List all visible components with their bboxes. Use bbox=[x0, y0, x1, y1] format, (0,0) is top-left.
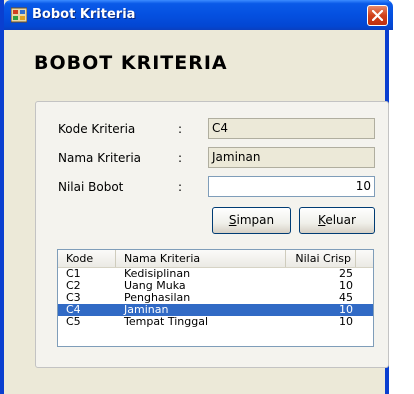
kode-kriteria-field[interactable]: C4 bbox=[208, 118, 375, 139]
list-row[interactable]: C3 Penghasilan 45 bbox=[58, 292, 373, 304]
title-bar[interactable]: Bobot Kriteria bbox=[4, 0, 393, 30]
nama-kriteria-label: Nama Kriteria bbox=[58, 151, 142, 165]
form-group-box: Kode Kriteria : C4 Nama Kriteria : Jamin… bbox=[35, 101, 389, 368]
page-heading: BOBOT KRITERIA bbox=[34, 52, 228, 74]
app-icon bbox=[11, 7, 27, 23]
close-icon bbox=[372, 10, 383, 21]
kode-kriteria-label: Kode Kriteria bbox=[58, 122, 136, 136]
list-row[interactable]: C1 Kedisiplinan 25 bbox=[58, 268, 373, 280]
row-nilai: 10 bbox=[339, 315, 353, 328]
window-title: Bobot Kriteria bbox=[32, 7, 136, 22]
simpan-label: impan bbox=[236, 213, 275, 227]
bobot-colon: : bbox=[178, 180, 183, 194]
nilai-bobot-label: Nilai Bobot bbox=[58, 180, 124, 194]
nama-kriteria-field[interactable]: Jaminan bbox=[208, 147, 375, 168]
kriteria-list-view[interactable]: Kode Nama Kriteria Nilai Crisp C1 Kedisip… bbox=[57, 249, 374, 347]
row-kode: C5 bbox=[66, 315, 81, 328]
column-header-nilai[interactable]: Nilai Crisp bbox=[286, 250, 356, 267]
list-row[interactable]: C4 Jaminan 10 bbox=[58, 304, 373, 316]
app-window: Bobot Kriteria BOBOT KRITERIA Kode Krite… bbox=[0, 0, 393, 394]
kode-colon: : bbox=[178, 122, 183, 136]
simpan-accel: S bbox=[228, 213, 237, 227]
list-header: Kode Nama Kriteria Nilai Crisp bbox=[58, 250, 373, 268]
column-header-nama[interactable]: Nama Kriteria bbox=[116, 250, 286, 267]
close-button[interactable] bbox=[367, 5, 388, 26]
list-row[interactable]: C5 Tempat Tinggal 10 bbox=[58, 316, 373, 328]
list-row[interactable]: C2 Uang Muka 10 bbox=[58, 280, 373, 292]
nama-colon: : bbox=[178, 151, 183, 165]
keluar-button[interactable]: Keluar bbox=[299, 207, 375, 234]
column-header-kode[interactable]: Kode bbox=[58, 250, 116, 267]
nilai-bobot-input[interactable]: 10 bbox=[208, 176, 375, 197]
simpan-button[interactable]: Simpan bbox=[212, 207, 291, 234]
keluar-label: eluar bbox=[325, 213, 356, 227]
row-nama: Tempat Tinggal bbox=[124, 315, 209, 328]
